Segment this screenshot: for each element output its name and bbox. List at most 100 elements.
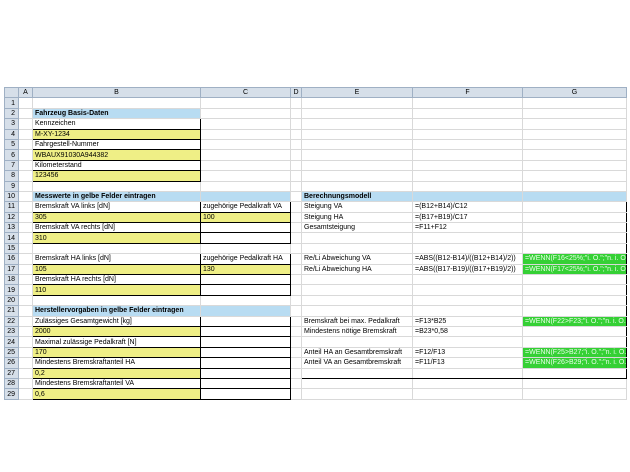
cell-e27[interactable] (301, 367, 413, 379)
cell-b29[interactable]: 0,6 (32, 388, 201, 400)
cell-d12[interactable] (290, 211, 302, 224)
cell-c16[interactable]: zugehörige Pedalkraft HA (200, 253, 291, 265)
cell-g27[interactable] (522, 367, 627, 379)
cell-g28[interactable] (522, 377, 627, 390)
row-header-13[interactable]: 13 (4, 222, 19, 234)
cell-c26[interactable] (200, 357, 291, 369)
cell-a23[interactable] (18, 325, 33, 338)
cell-e26[interactable]: Anteil VA an Gesamtbremskraft (301, 357, 413, 369)
cell-a20[interactable] (18, 294, 33, 307)
cell-f16[interactable]: =ABS((B12-B14)/((B12+B14)/2)) (412, 253, 523, 265)
cell-d5[interactable] (290, 138, 302, 151)
cell-c14[interactable] (200, 232, 291, 244)
row-header-8[interactable]: 8 (4, 170, 19, 182)
cell-d13[interactable] (290, 222, 302, 234)
cell-e17[interactable]: Re/Li Abweichung HA (301, 263, 413, 276)
cell-d16[interactable] (290, 253, 302, 265)
cell-c19[interactable] (200, 284, 291, 296)
cell-e18[interactable] (301, 274, 413, 286)
cell-a14[interactable] (18, 232, 33, 244)
cell-c20[interactable] (200, 294, 291, 307)
cell-c11[interactable]: zugehörige Pedalkraft VA (200, 201, 291, 213)
column-header-c[interactable]: C (200, 86, 291, 99)
cell-a29[interactable] (18, 388, 33, 400)
cell-b1[interactable] (32, 97, 201, 109)
cell-a5[interactable] (18, 138, 33, 151)
cell-c7[interactable] (200, 159, 291, 172)
cell-d20[interactable] (290, 294, 302, 307)
cell-g10[interactable] (522, 190, 627, 203)
cell-a22[interactable] (18, 315, 33, 328)
cell-c15[interactable] (200, 242, 291, 255)
row-header-3[interactable]: 3 (4, 118, 19, 130)
cell-f19[interactable] (412, 284, 523, 296)
cell-e15[interactable] (301, 242, 413, 255)
cell-b13[interactable]: Bremskraft VA rechts [dN] (32, 222, 201, 234)
cell-g16[interactable]: =WENN(F16<25%;"i. O.";"n. i. O.") (522, 253, 627, 265)
cell-f8[interactable] (412, 170, 523, 182)
cell-f23[interactable]: =B23*0,58 (412, 325, 523, 338)
cell-f17[interactable]: =ABS((B17-B19)/((B17+B19)/2)) (412, 263, 523, 276)
cell-c13[interactable] (200, 222, 291, 234)
cell-d24[interactable] (290, 336, 302, 348)
cell-g12[interactable] (522, 211, 627, 224)
cell-c3[interactable] (200, 118, 291, 130)
cell-a27[interactable] (18, 367, 33, 379)
cell-e4[interactable] (301, 128, 413, 140)
row-header-22[interactable]: 22 (4, 315, 19, 328)
cell-c4[interactable] (200, 128, 291, 140)
cell-g26[interactable]: =WENN(F26>B29;"i. O.";"n. i. O.") (522, 357, 627, 369)
cell-d10[interactable] (290, 190, 302, 203)
column-header-e[interactable]: E (301, 86, 413, 99)
cell-b22[interactable]: Zulässiges Gesamtgewicht [kg] (32, 315, 201, 328)
row-header-2[interactable]: 2 (4, 107, 19, 120)
cell-b2[interactable]: Fahrzeug Basis-Daten (32, 107, 201, 120)
cell-g18[interactable] (522, 274, 627, 286)
cell-e14[interactable] (301, 232, 413, 244)
cell-f6[interactable] (412, 149, 523, 161)
cell-g25[interactable]: =WENN(F25>B27;"i. O.";"n. i. O.") (522, 346, 627, 359)
cell-e1[interactable] (301, 97, 413, 109)
cell-c17[interactable]: 130 (200, 263, 291, 276)
cell-a12[interactable] (18, 211, 33, 224)
cell-e9[interactable] (301, 180, 413, 192)
cell-b6[interactable]: WBAUX91030A944382 (32, 149, 201, 161)
cell-e8[interactable] (301, 170, 413, 182)
cell-d1[interactable] (290, 97, 302, 109)
row-header-23[interactable]: 23 (4, 325, 19, 338)
row-header-21[interactable]: 21 (4, 305, 19, 317)
cell-e6[interactable] (301, 149, 413, 161)
cell-d15[interactable] (290, 242, 302, 255)
cell-a17[interactable] (18, 263, 33, 276)
cell-b10[interactable]: Messwerte in gelbe Felder eintragen (32, 190, 201, 203)
row-header-10[interactable]: 10 (4, 190, 19, 203)
cell-b11[interactable]: Bremskraft VA links [dN] (32, 201, 201, 213)
cell-a10[interactable] (18, 190, 33, 203)
cell-a28[interactable] (18, 377, 33, 390)
cell-g6[interactable] (522, 149, 627, 161)
cell-f24[interactable] (412, 336, 523, 348)
column-header-d[interactable]: D (290, 86, 302, 99)
cell-f1[interactable] (412, 97, 523, 109)
cell-f9[interactable] (412, 180, 523, 192)
cell-f2[interactable] (412, 107, 523, 120)
cell-e16[interactable]: Re/Li Abweichung VA (301, 253, 413, 265)
cell-a6[interactable] (18, 149, 33, 161)
cell-c27[interactable] (200, 367, 291, 379)
cell-g24[interactable] (522, 336, 627, 348)
cell-g11[interactable] (522, 201, 627, 213)
cell-f22[interactable]: =F13*B25 (412, 315, 523, 328)
row-header-1[interactable]: 1 (4, 97, 19, 109)
cell-g1[interactable] (522, 97, 627, 109)
column-header-b[interactable]: B (32, 86, 201, 99)
row-header-12[interactable]: 12 (4, 211, 19, 224)
cell-d22[interactable] (290, 315, 302, 328)
row-header-26[interactable]: 26 (4, 357, 19, 369)
cell-g3[interactable] (522, 118, 627, 130)
cell-e11[interactable]: Steigung VA (301, 201, 413, 213)
cell-b23[interactable]: 2000 (32, 325, 201, 338)
cell-c28[interactable] (200, 377, 291, 390)
cell-b8[interactable]: 123456 (32, 170, 201, 182)
row-header-27[interactable]: 27 (4, 367, 19, 379)
row-header-17[interactable]: 17 (4, 263, 19, 276)
